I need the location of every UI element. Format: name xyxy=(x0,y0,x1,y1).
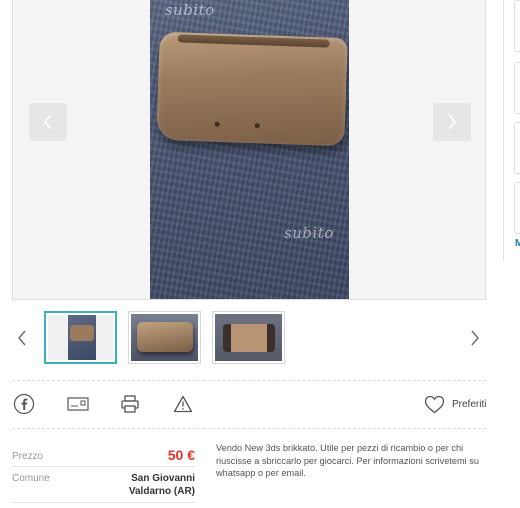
sidebar-box[interactable] xyxy=(514,182,520,234)
listing-photo[interactable]: subito subito xyxy=(150,0,349,299)
console-hinge xyxy=(177,34,330,48)
divider xyxy=(12,428,486,429)
price-label: Prezzo xyxy=(12,451,44,462)
watermark-bottom: subito xyxy=(284,224,334,242)
console-dot xyxy=(214,121,220,127)
warning-icon xyxy=(173,395,193,413)
sidebar-link[interactable]: M xyxy=(515,238,520,249)
gallery-next-button[interactable] xyxy=(433,103,471,141)
thumbnail-image xyxy=(48,315,113,360)
gallery-prev-button[interactable] xyxy=(29,103,67,141)
thumbnail-1[interactable] xyxy=(44,311,117,364)
sidebar-box[interactable] xyxy=(514,122,520,174)
console-dot xyxy=(254,123,260,129)
chevron-left-icon xyxy=(43,114,52,130)
chevron-right-icon xyxy=(471,330,479,346)
photo-gallery: subito subito xyxy=(12,0,486,300)
console-image xyxy=(156,31,348,147)
thumbnail-image xyxy=(215,314,282,361)
price-value: 50 € xyxy=(167,447,195,463)
print-button[interactable] xyxy=(118,392,142,416)
sidebar-panel: M xyxy=(503,0,520,260)
thumbnails-next-button[interactable] xyxy=(465,323,485,353)
sidebar-box[interactable] xyxy=(514,0,520,52)
comune-value-line2: Valdarno (AR) xyxy=(128,486,195,497)
thumbnail-image xyxy=(131,314,198,361)
thumbnails-prev-button[interactable] xyxy=(12,323,32,353)
comune-row: Comune San Giovanni Valdarno (AR) xyxy=(12,472,195,500)
chevron-right-icon xyxy=(448,114,457,130)
share-facebook-button[interactable] xyxy=(12,392,36,416)
divider xyxy=(12,380,486,381)
listing-description: Vendo New 3ds brikkato. Utile per pezzi … xyxy=(216,443,479,478)
row-separator xyxy=(12,466,195,467)
favorites-label: Preferiti xyxy=(452,398,487,410)
print-icon xyxy=(121,395,139,413)
comune-value-line1: San Giovanni xyxy=(131,473,195,484)
facebook-icon xyxy=(13,393,35,415)
comune-label: Comune xyxy=(12,473,50,484)
share-email-button[interactable] xyxy=(66,392,90,416)
report-button[interactable] xyxy=(171,392,195,416)
price-row: Prezzo 50 € xyxy=(12,447,195,467)
chevron-left-icon xyxy=(18,330,26,346)
row-separator xyxy=(12,502,195,503)
heart-icon xyxy=(424,395,445,413)
thumbnail-3[interactable] xyxy=(212,311,285,364)
sidebar-box[interactable] xyxy=(514,62,520,114)
email-icon xyxy=(67,397,89,411)
favorites-button[interactable]: Preferiti xyxy=(424,393,486,415)
thumbnail-2[interactable] xyxy=(128,311,201,364)
watermark-top: subito xyxy=(165,1,215,19)
